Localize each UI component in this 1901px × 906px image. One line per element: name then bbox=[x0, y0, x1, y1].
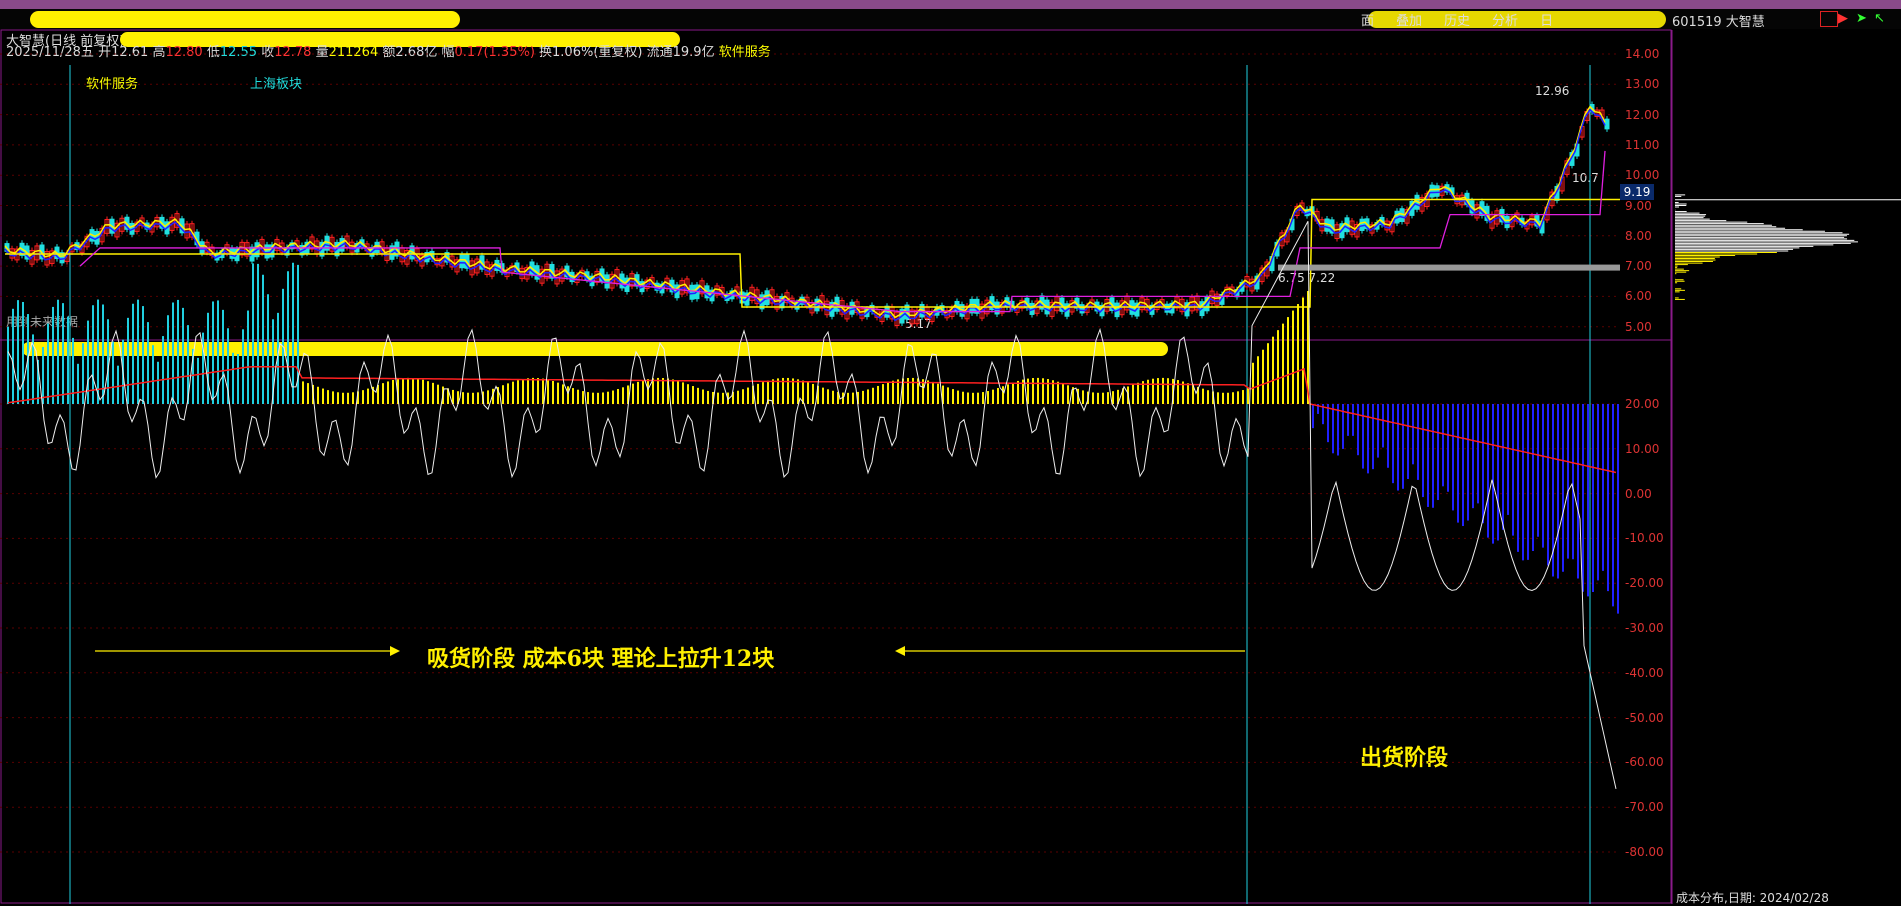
kline-chart[interactable] bbox=[0, 0, 1901, 904]
candle-body bbox=[994, 301, 1000, 315]
arrow-right-head bbox=[390, 646, 400, 656]
candle-body bbox=[1604, 118, 1610, 130]
candle-body bbox=[1359, 218, 1365, 231]
arrow-left-head bbox=[895, 646, 905, 656]
candle-body bbox=[1079, 304, 1085, 314]
candle-body bbox=[604, 274, 610, 289]
chart-frame bbox=[0, 29, 1672, 904]
candle-body bbox=[459, 254, 465, 269]
candle-body bbox=[264, 244, 270, 259]
ma-line-yellow bbox=[4, 105, 1606, 319]
candle-body bbox=[1429, 184, 1435, 198]
candle-body bbox=[1164, 303, 1170, 313]
candle-body bbox=[849, 301, 855, 315]
ma-line-blue bbox=[4, 108, 1606, 322]
resistance-step-line bbox=[79, 150, 1606, 313]
candle-body bbox=[1504, 215, 1510, 229]
candle-body bbox=[1434, 185, 1440, 197]
cost-band bbox=[1278, 264, 1620, 271]
candle-body bbox=[689, 284, 695, 300]
